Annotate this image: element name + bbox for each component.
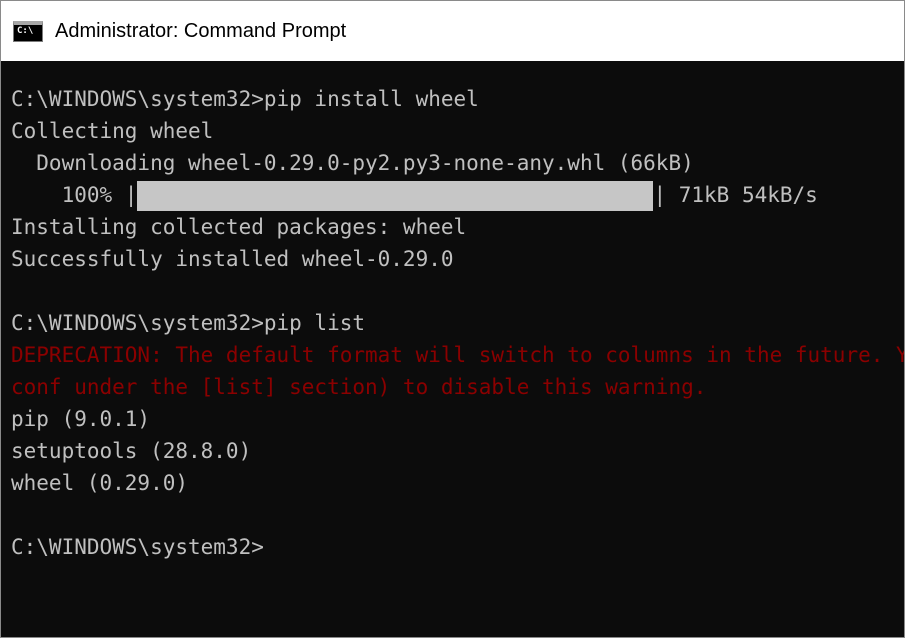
console-line-command-list: C:\WINDOWS\system32>pip list [11, 311, 366, 335]
window-title: Administrator: Command Prompt [55, 19, 347, 42]
console-line-deprecation: DEPRECATION: The default format will swi… [11, 343, 904, 367]
console-line-downloading: Downloading wheel-0.29.0-py2.py3-none-an… [11, 151, 694, 175]
cmd-icon-glyph: C:\ [17, 25, 34, 36]
download-progress-line: 100% | | 71kB 54kB/s [11, 179, 904, 211]
command-prompt-input[interactable]: C:\WINDOWS\system32> [11, 531, 904, 563]
console-output[interactable]: C:\WINDOWS\system32>pip install wheel Co… [11, 83, 904, 637]
console-line-pkg-wheel: wheel (0.29.0) [11, 471, 189, 495]
command-prompt-window[interactable]: C:\ Administrator: Command Prompt C:\WIN… [0, 0, 905, 638]
progress-suffix: | 71kB 54kB/s [653, 183, 818, 207]
console-line-success: Successfully installed wheel-0.29.0 [11, 247, 454, 271]
cmd-icon[interactable]: C:\ [13, 20, 43, 42]
progress-bar [137, 181, 654, 211]
console-line-installing: Installing collected packages: wheel [11, 215, 467, 239]
title-bar[interactable]: C:\ Administrator: Command Prompt [1, 1, 904, 61]
console-line-collecting: Collecting wheel [11, 119, 214, 143]
console-line-deprecation-wrap: conf under the [list] section) to disabl… [11, 375, 707, 399]
console-line-pkg-pip: pip (9.0.1) [11, 407, 151, 431]
console-line-command-install: C:\WINDOWS\system32>pip install wheel [11, 87, 479, 111]
progress-prefix: 100% | [11, 183, 138, 207]
console-line-pkg-setuptools: setuptools (28.8.0) [11, 439, 252, 463]
